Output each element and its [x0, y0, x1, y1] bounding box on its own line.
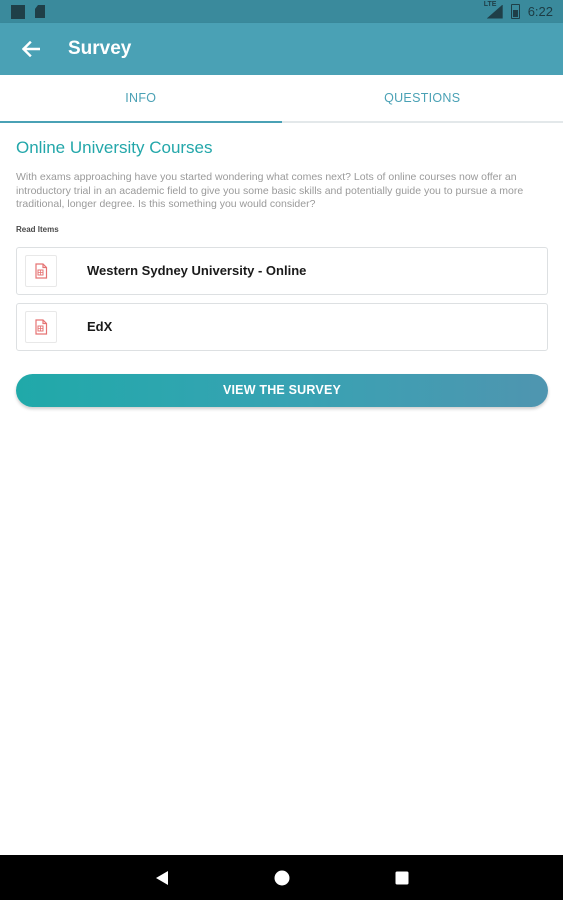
- network-type-label: LTE: [483, 0, 497, 8]
- status-bar: LTE 6:22: [0, 0, 563, 23]
- tab-questions[interactable]: QUESTIONS: [282, 75, 563, 121]
- triangle-back-icon: [156, 870, 168, 885]
- document-icon: [25, 310, 57, 343]
- page-title: Survey: [68, 38, 132, 59]
- read-item-western-sydney[interactable]: Western Sydney University - Online: [16, 246, 548, 295]
- nav-back-button[interactable]: [132, 855, 192, 900]
- status-notifications: [0, 4, 45, 19]
- status-system: LTE 6:22: [484, 1, 563, 19]
- system-nav-bar: [0, 855, 563, 900]
- square-recents-icon: [395, 871, 409, 884]
- read-item-label: Western Sydney University - Online: [87, 263, 307, 278]
- nav-home-button[interactable]: [252, 855, 312, 900]
- tab-bar: INFO QUESTIONS: [0, 75, 563, 123]
- document-icon: [25, 254, 57, 287]
- signal-icon: LTE: [484, 1, 503, 19]
- tab-info[interactable]: INFO: [0, 75, 282, 123]
- circle-home-icon: [274, 870, 290, 885]
- battery-icon: [510, 4, 520, 19]
- read-item-label: EdX: [87, 319, 113, 334]
- back-button[interactable]: [11, 29, 51, 69]
- arrow-left-icon: [22, 41, 40, 57]
- nav-recents-button[interactable]: [372, 855, 432, 900]
- read-item-edx[interactable]: EdX: [16, 302, 548, 351]
- view-survey-button[interactable]: VIEW THE SURVEY: [16, 373, 548, 407]
- notification-square-icon: [11, 4, 25, 19]
- course-description: With exams approaching have you started …: [16, 171, 524, 210]
- app-bar: Survey: [0, 23, 563, 75]
- status-time: 6:22: [527, 4, 553, 19]
- course-heading: Online University Courses: [16, 138, 213, 157]
- sd-card-icon: [35, 5, 45, 18]
- info-content: Online University Courses With exams app…: [16, 121, 548, 407]
- read-items-label: Read Items: [16, 224, 59, 234]
